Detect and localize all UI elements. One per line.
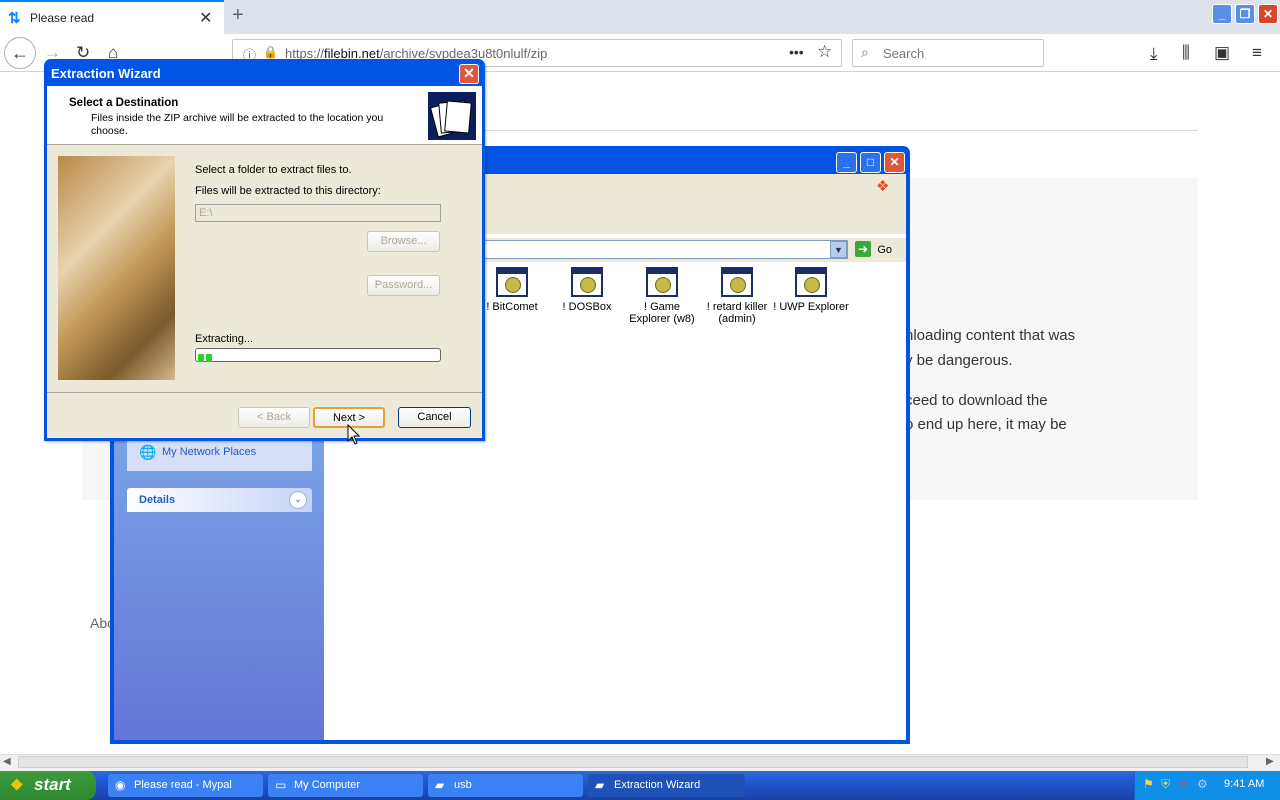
extraction-progress-bar	[195, 348, 441, 362]
folder-icon: ▰	[435, 778, 445, 792]
new-tab-icon[interactable]: +	[232, 4, 244, 27]
wizard-close-button[interactable]: ✕	[459, 64, 479, 84]
progress-segment	[206, 354, 212, 362]
network-places-link[interactable]: My Network Places	[162, 446, 256, 458]
start-button[interactable]: ❖ start	[0, 771, 96, 800]
windows-flag-icon: ❖	[10, 777, 24, 794]
warning-text-line-3: ceed to download the	[905, 392, 1048, 409]
address-dropdown-icon[interactable]: ▼	[830, 241, 847, 258]
file-label: ! retard killer (admin)	[706, 301, 768, 325]
browse-button[interactable]: Browse...	[367, 231, 440, 252]
network-places-icon: 🌐	[139, 444, 157, 460]
extracting-label: Extracting...	[195, 333, 254, 345]
application-icon	[721, 267, 753, 297]
search-placeholder: Search	[883, 46, 925, 61]
details-panel-header[interactable]: Details ⌄	[127, 488, 312, 512]
network-tray-icon[interactable]: ⚑	[1143, 777, 1154, 791]
bookmark-star-icon[interactable]: ☆	[817, 42, 832, 62]
explorer-task-pane	[114, 440, 324, 740]
taskbar-item[interactable]: ▰ usb	[428, 774, 583, 797]
explorer-address-field[interactable]	[483, 240, 848, 259]
file-label: ! Game Explorer (w8)	[629, 301, 695, 325]
taskbar-item-label: usb	[454, 779, 472, 791]
explorer-toolbar	[483, 174, 906, 234]
computer-icon: ▭	[275, 778, 287, 792]
warning-text-line-1: nloading content that was	[905, 327, 1076, 344]
antivirus-icon[interactable]: ⛨	[1179, 777, 1188, 792]
wizard-header: Select a Destination Files inside the ZI…	[47, 86, 482, 145]
explorer-maximize-button[interactable]: □	[860, 152, 881, 173]
security-shield-icon[interactable]: ⛨	[1161, 777, 1170, 792]
taskbar-item-label: Please read - Mypal	[134, 779, 232, 791]
taskbar-item[interactable]: ◉ Please read - Mypal	[108, 774, 263, 797]
extract-directory-field[interactable]: E:\	[195, 204, 441, 222]
tab-favicon-icon: ⇅	[8, 10, 21, 27]
application-icon	[646, 267, 678, 297]
explorer-minimize-button[interactable]: _	[836, 152, 857, 173]
search-icon: ⌕	[861, 44, 869, 60]
taskbar-item-label: Extraction Wizard	[614, 779, 701, 791]
folders-icon	[428, 92, 476, 140]
cancel-button[interactable]: Cancel	[398, 407, 471, 428]
menu-icon[interactable]: ≡	[1252, 43, 1262, 63]
browser-app-icon: ◉	[115, 778, 126, 792]
go-button[interactable]: ➜ Go	[855, 241, 905, 259]
wizard-heading: Select a Destination	[69, 97, 179, 109]
page-actions-icon[interactable]: •••	[789, 44, 804, 60]
file-label: ! UWP Explorer	[773, 301, 849, 313]
file-label: ! DOSBox	[562, 301, 612, 313]
file-item[interactable]: ! BitComet	[474, 267, 550, 313]
file-item[interactable]: ! Game Explorer (w8)	[624, 267, 700, 325]
application-icon	[795, 267, 827, 297]
go-arrow-icon: ➜	[855, 241, 871, 257]
back-button-wizard[interactable]: < Back	[238, 407, 310, 428]
library-icon[interactable]: ⫼	[1182, 43, 1190, 63]
taskbar-item-label: My Computer	[294, 779, 361, 791]
mouse-cursor-icon	[347, 423, 361, 449]
minimize-window-button[interactable]: _	[1212, 4, 1232, 24]
scroll-left-icon[interactable]: ◀	[3, 756, 11, 767]
expand-chevron-icon[interactable]: ⌄	[289, 491, 307, 509]
lock-icon: 🔒	[263, 45, 278, 59]
search-bar[interactable]: ⌕ Search	[852, 39, 1044, 67]
password-button[interactable]: Password...	[367, 275, 440, 296]
progress-segment	[198, 354, 204, 362]
details-label: Details	[139, 494, 176, 506]
sidebar-toggle-icon[interactable]: ▣	[1214, 43, 1230, 63]
application-icon	[571, 267, 603, 297]
close-window-button[interactable]: ✕	[1258, 4, 1278, 24]
folder-icon: ▰	[595, 778, 605, 792]
wizard-title: Extraction Wizard	[51, 66, 161, 81]
other-places-panel: 🌐 My Network Places	[127, 440, 312, 471]
scroll-right-icon[interactable]: ▶	[1266, 756, 1274, 767]
taskbar-item[interactable]: ▭ My Computer	[268, 774, 423, 797]
downloads-icon[interactable]: ⤓	[1150, 44, 1158, 64]
taskbar-item[interactable]: ▰ Extraction Wizard	[588, 774, 745, 797]
directory-label: Files will be extracted to this director…	[195, 185, 381, 197]
file-label: ! BitComet	[486, 301, 538, 313]
wizard-subheading: Files inside the ZIP archive will be ext…	[91, 112, 384, 137]
restore-window-button[interactable]: ❐	[1235, 4, 1255, 24]
wizard-side-image	[58, 156, 175, 380]
file-item[interactable]: ! UWP Explorer	[773, 267, 849, 313]
go-label: Go	[877, 244, 893, 256]
warning-text-line-4: o end up here, it may be	[905, 416, 1067, 433]
safely-remove-icon[interactable]: ⚙	[1197, 777, 1208, 791]
browser-tab[interactable]: ⇅ Please read ✕	[0, 0, 224, 34]
start-label: start	[34, 775, 71, 794]
warning-text-line-2: y be dangerous.	[905, 352, 1013, 369]
progress-fill	[198, 351, 214, 362]
tab-close-icon[interactable]: ✕	[199, 8, 212, 28]
application-icon	[496, 267, 528, 297]
clock: 9:41 AM	[1224, 778, 1265, 790]
scrollbar-thumb[interactable]	[18, 756, 1248, 768]
wizard-separator	[47, 392, 482, 393]
windows-logo-icon: ❖	[876, 178, 890, 195]
tab-title: Please read	[30, 11, 95, 25]
select-folder-label: Select a folder to extract files to.	[195, 164, 352, 176]
explorer-close-button[interactable]: ✕	[884, 152, 905, 173]
back-button[interactable]: ←	[4, 37, 36, 69]
file-item[interactable]: ! DOSBox	[549, 267, 625, 313]
file-item[interactable]: ! retard killer (admin)	[699, 267, 775, 325]
